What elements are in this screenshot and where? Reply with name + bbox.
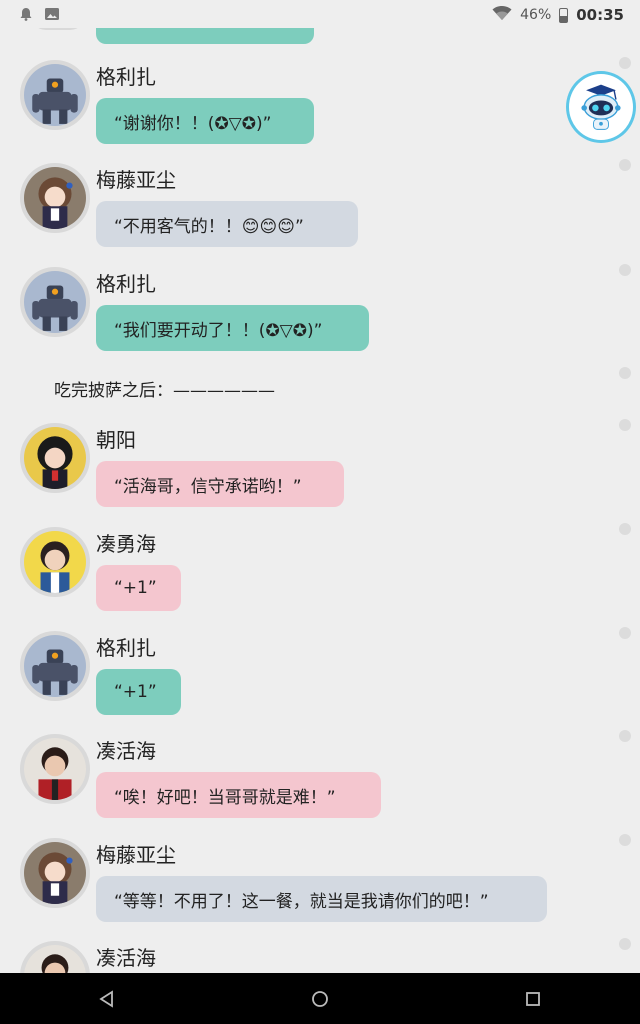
message-bubble[interactable]: “唉！好吧！当哥哥就是难！” bbox=[96, 772, 381, 818]
battery-icon bbox=[559, 7, 569, 23]
girl-avatar[interactable] bbox=[20, 423, 90, 493]
sender-name: 格利扎 bbox=[96, 65, 156, 89]
clock: 00:35 bbox=[576, 6, 624, 24]
sender-name: 格利扎 bbox=[96, 272, 156, 296]
scroll-marker[interactable] bbox=[619, 938, 631, 950]
sender-name: 格利扎 bbox=[96, 636, 156, 660]
wifi-icon bbox=[492, 5, 512, 25]
message-bubble[interactable]: “我们要开动了！！(✪▽✪)” bbox=[96, 305, 369, 351]
message-bubble[interactable]: “+1” bbox=[96, 669, 181, 715]
scroll-marker[interactable] bbox=[619, 627, 631, 639]
message-bubble[interactable]: “不用客气的！！😊😊😊” bbox=[96, 201, 358, 247]
home-icon[interactable] bbox=[290, 979, 350, 1019]
battery-percent: 46% bbox=[520, 7, 552, 23]
chat-feed[interactable]: 格利扎 “谢谢你！！(✪▽✪)” 梅藤亚尘 “不用客气的！！😊😊😊” 格利扎 “… bbox=[0, 0, 640, 973]
man-avatar[interactable] bbox=[20, 734, 90, 804]
robot-avatar[interactable] bbox=[20, 267, 90, 337]
chat-message: 格利扎 “谢谢你！！(✪▽✪)” bbox=[0, 60, 600, 168]
message-bubble[interactable]: “等等！不用了！这一餐，就当是我请你们的吧！” bbox=[96, 876, 547, 922]
chat-message: 朝阳 “活海哥，信守承诺哟！” bbox=[0, 423, 600, 531]
man-avatar[interactable] bbox=[20, 941, 90, 973]
message-bubble[interactable]: “谢谢你！！(✪▽✪)” bbox=[96, 98, 314, 144]
sender-name: 梅藤亚尘 bbox=[96, 168, 176, 192]
back-icon[interactable] bbox=[77, 979, 137, 1019]
chat-message: 凑活海 bbox=[0, 941, 600, 973]
sender-name: 凑勇海 bbox=[96, 532, 156, 556]
chat-message: 凑活海 “唉！好吧！当哥哥就是难！” bbox=[0, 734, 600, 842]
scroll-marker[interactable] bbox=[619, 57, 631, 69]
message-bubble[interactable]: “+1” bbox=[96, 565, 181, 611]
anime-girl-avatar[interactable] bbox=[20, 838, 90, 908]
scroll-marker[interactable] bbox=[619, 159, 631, 171]
chat-message: 格利扎 “我们要开动了！！(✪▽✪)” bbox=[0, 267, 600, 375]
chat-message: 凑勇海 “+1” bbox=[0, 527, 600, 635]
scroll-marker[interactable] bbox=[619, 264, 631, 276]
boy-avatar[interactable] bbox=[20, 527, 90, 597]
navigation-bar bbox=[0, 973, 640, 1024]
image-icon bbox=[44, 6, 60, 22]
scroll-marker[interactable] bbox=[619, 367, 631, 379]
message-bubble[interactable]: “活海哥，信守承诺哟！” bbox=[96, 461, 344, 507]
chat-message: 格利扎 “+1” bbox=[0, 631, 600, 739]
robot-avatar[interactable] bbox=[20, 60, 90, 130]
chat-message: 梅藤亚尘 “不用客气的！！😊😊😊” bbox=[0, 163, 600, 271]
sender-name: 凑活海 bbox=[96, 946, 156, 970]
sender-name: 凑活海 bbox=[96, 739, 156, 763]
chat-message: 梅藤亚尘 “等等！不用了！这一餐，就当是我请你们的吧！” bbox=[0, 838, 600, 946]
notification-bell-icon bbox=[18, 6, 34, 22]
anime-girl-avatar[interactable] bbox=[20, 163, 90, 233]
sender-name: 朝阳 bbox=[96, 428, 136, 452]
scroll-marker[interactable] bbox=[619, 834, 631, 846]
sender-name: 梅藤亚尘 bbox=[96, 843, 176, 867]
status-bar: 46% 00:35 bbox=[0, 0, 640, 28]
narration-text: 吃完披萨之后：—————— bbox=[54, 381, 275, 401]
scroll-marker[interactable] bbox=[619, 419, 631, 431]
scroll-marker[interactable] bbox=[619, 523, 631, 535]
scroll-marker[interactable] bbox=[619, 730, 631, 742]
recents-icon[interactable] bbox=[503, 979, 563, 1019]
robot-assistant-icon[interactable] bbox=[566, 71, 636, 143]
robot-avatar[interactable] bbox=[20, 631, 90, 701]
